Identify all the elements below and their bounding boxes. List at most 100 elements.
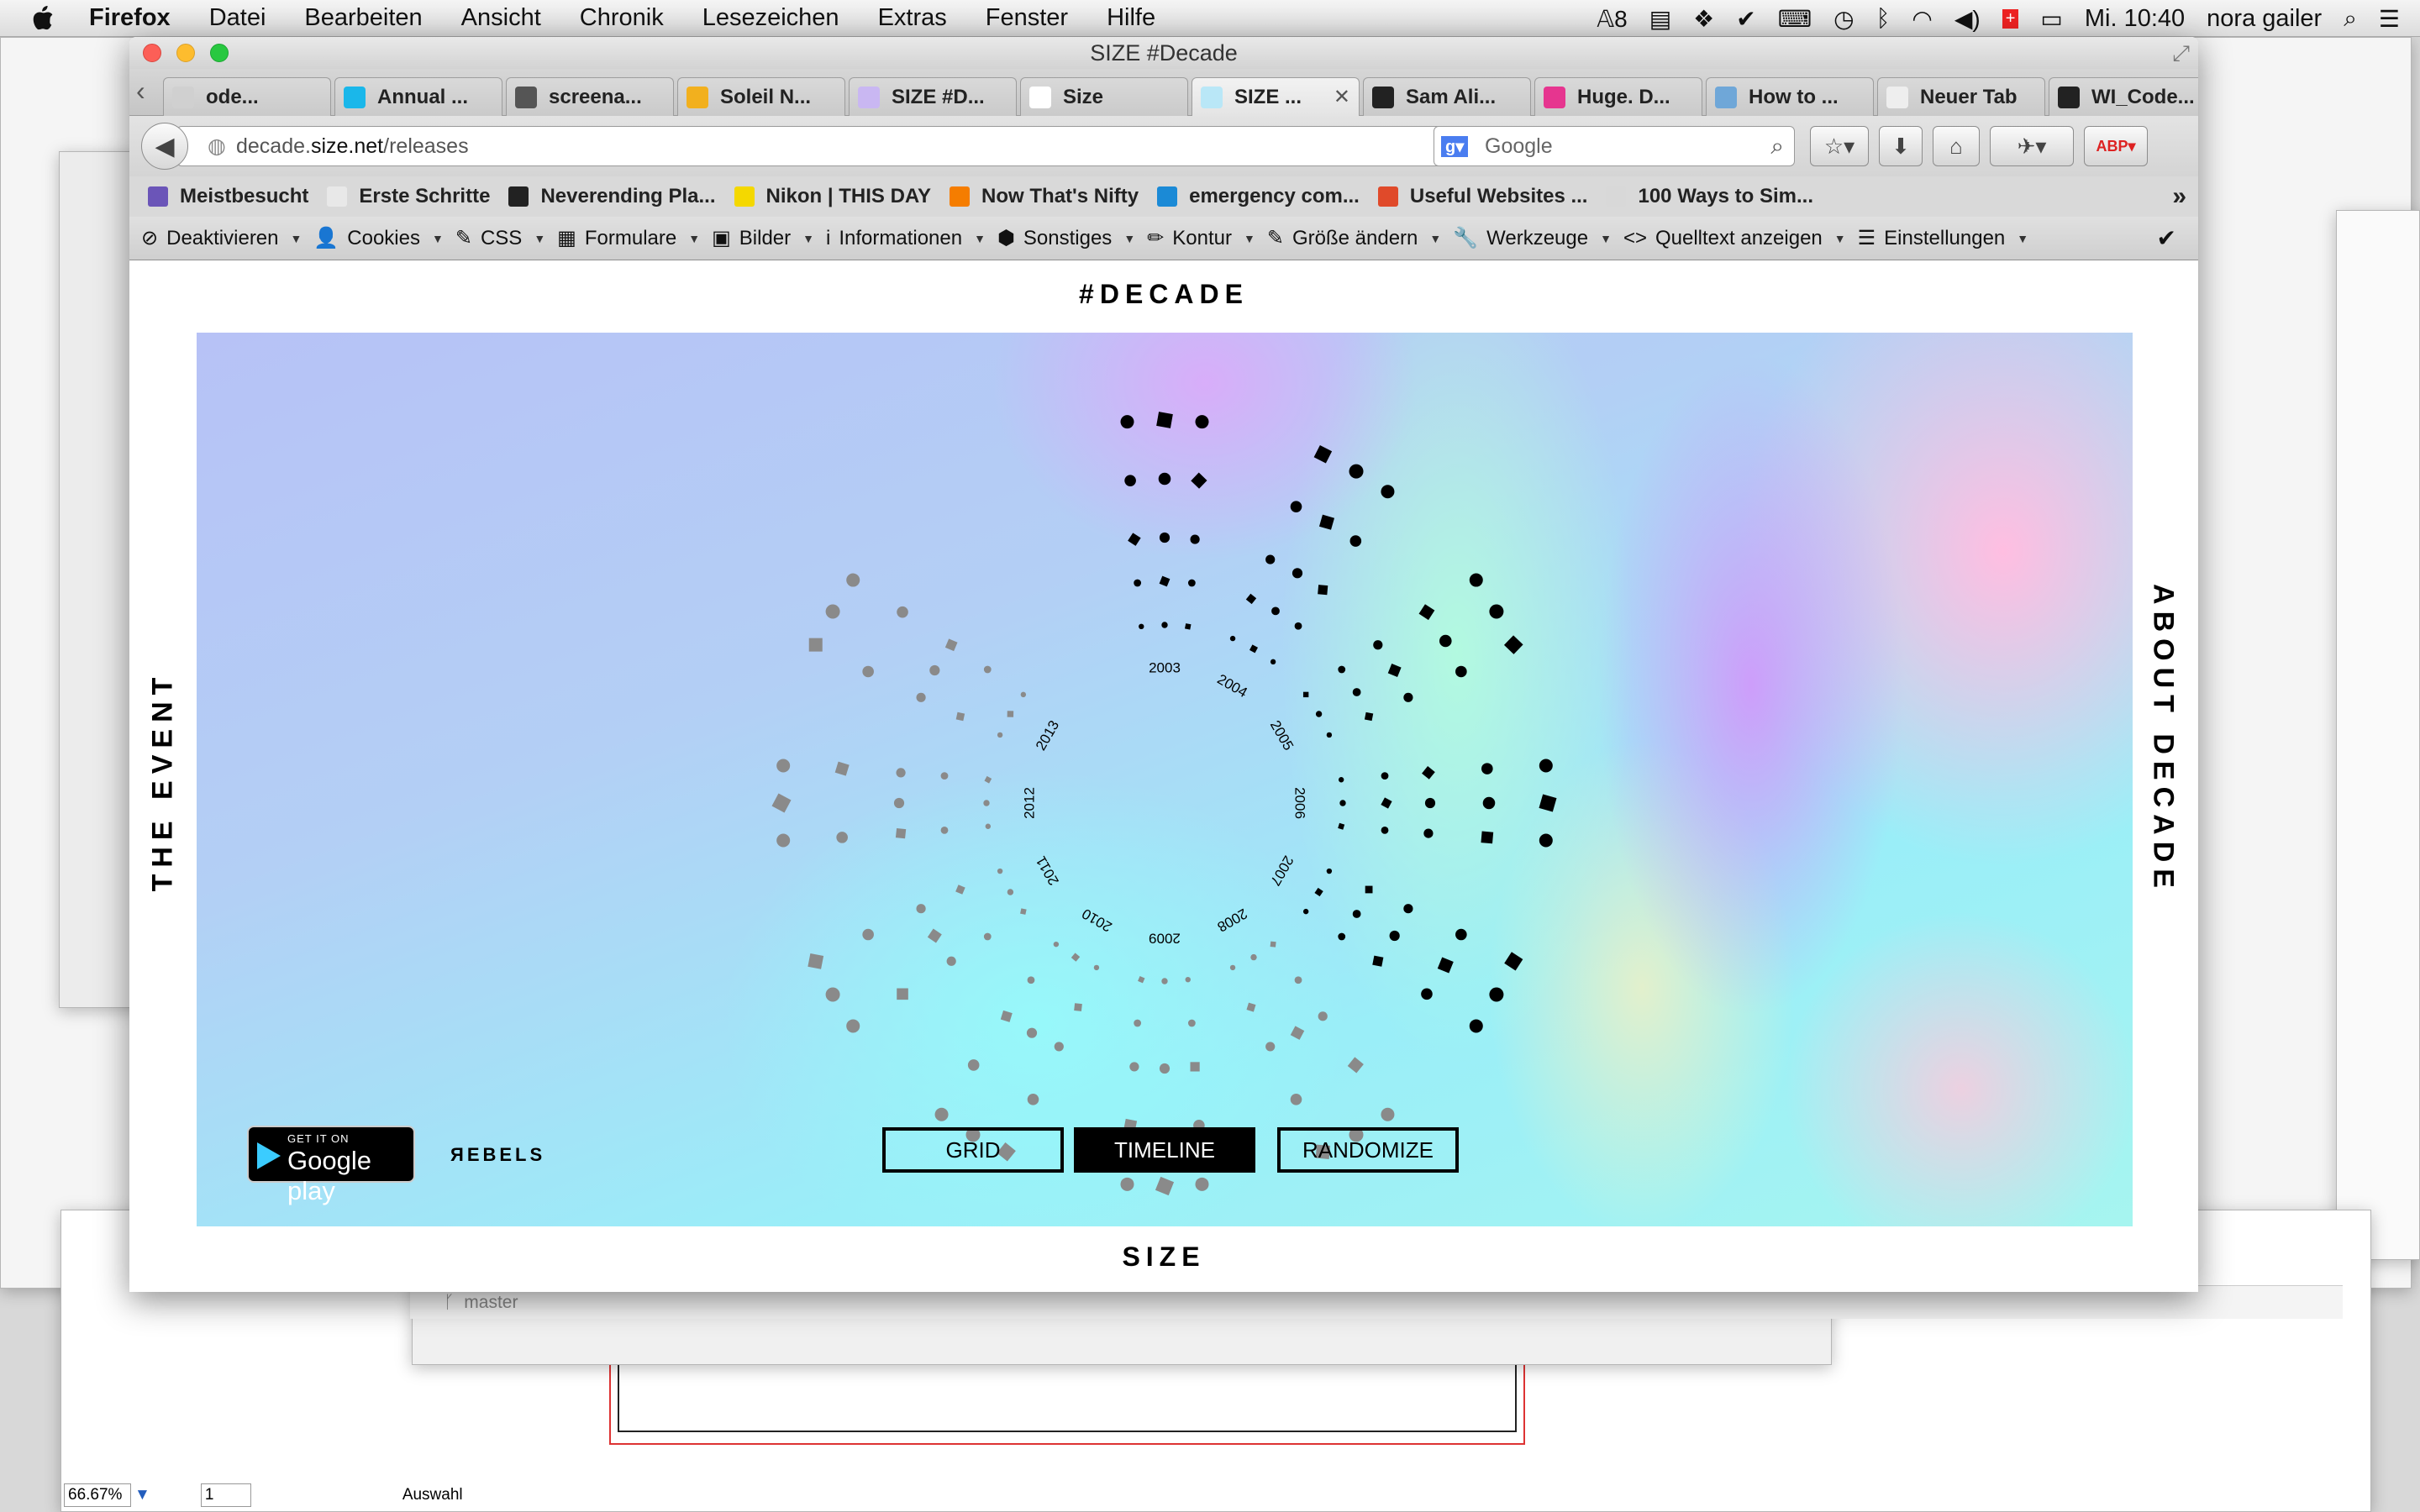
downloads-button[interactable]: ⬇ bbox=[1879, 126, 1923, 166]
release-item[interactable] bbox=[1071, 953, 1081, 962]
release-item[interactable] bbox=[916, 692, 926, 702]
menu-chronik[interactable]: Chronik bbox=[580, 4, 664, 32]
release-item[interactable] bbox=[1129, 1062, 1139, 1072]
menu-hilfe[interactable]: Hilfe bbox=[1107, 4, 1155, 32]
devbar-menu-11[interactable]: ☰ Einstellungen ▼ bbox=[1858, 226, 2028, 250]
tab-4[interactable]: SIZE #D... bbox=[849, 77, 1017, 116]
bookmark-item-4[interactable]: Now That's Nifty bbox=[950, 185, 1139, 208]
year-label-2007[interactable]: 2007 bbox=[1267, 853, 1297, 888]
tab-3[interactable]: Soleil N... bbox=[677, 77, 845, 116]
menu-extras[interactable]: Extras bbox=[878, 4, 947, 32]
year-label-2010[interactable]: 2010 bbox=[1079, 906, 1114, 935]
release-item[interactable] bbox=[1381, 797, 1392, 809]
release-item[interactable] bbox=[1318, 1011, 1328, 1021]
release-item[interactable] bbox=[825, 987, 840, 1002]
release-item[interactable] bbox=[1349, 535, 1362, 547]
release-item[interactable] bbox=[1373, 640, 1383, 650]
release-item[interactable] bbox=[836, 832, 848, 843]
release-item[interactable] bbox=[1339, 800, 1346, 806]
adobe-icon[interactable]: 𝔸8 bbox=[1597, 5, 1627, 33]
release-item[interactable] bbox=[1054, 1042, 1064, 1052]
release-item[interactable] bbox=[1290, 1026, 1305, 1040]
the-event-link[interactable]: THE EVENT bbox=[147, 671, 180, 892]
close-tab-icon[interactable]: ✕ bbox=[1334, 85, 1350, 109]
devbar-menu-7[interactable]: ✏ Kontur ▼ bbox=[1147, 226, 1255, 250]
release-item[interactable] bbox=[825, 604, 840, 619]
menu-ansicht[interactable]: Ansicht bbox=[461, 4, 541, 32]
release-item[interactable] bbox=[1290, 1094, 1302, 1105]
site-identity-icon[interactable]: ◍ bbox=[208, 134, 226, 159]
bookmark-item-3[interactable]: Nikon | THIS DAY bbox=[734, 185, 931, 208]
release-item[interactable] bbox=[808, 638, 823, 652]
release-item[interactable] bbox=[1265, 1042, 1276, 1052]
tab-2[interactable]: screena... bbox=[506, 77, 674, 116]
bluetooth-icon[interactable]: ᛒ bbox=[1876, 5, 1891, 32]
release-item[interactable] bbox=[1539, 759, 1553, 773]
release-item[interactable] bbox=[1120, 1177, 1134, 1191]
release-item[interactable] bbox=[929, 664, 940, 676]
release-item[interactable] bbox=[940, 826, 949, 834]
network-icon[interactable]: ▤ bbox=[1649, 5, 1671, 33]
release-item[interactable] bbox=[862, 665, 874, 678]
release-item[interactable] bbox=[1422, 766, 1435, 780]
year-label-2003[interactable]: 2003 bbox=[1149, 659, 1181, 675]
keyboard-icon[interactable]: ⌨ bbox=[1778, 5, 1812, 33]
release-item[interactable] bbox=[1489, 987, 1504, 1002]
adblock-button[interactable]: ABP▾ bbox=[2084, 126, 2148, 166]
release-item[interactable] bbox=[983, 800, 990, 806]
release-item[interactable] bbox=[1539, 794, 1557, 812]
bookmark-item-5[interactable]: emergency com... bbox=[1157, 185, 1360, 208]
menu-app[interactable]: Firefox bbox=[89, 4, 171, 32]
search-icon[interactable]: ⌕ bbox=[1770, 133, 1784, 160]
release-item[interactable] bbox=[897, 606, 908, 618]
release-item[interactable] bbox=[1195, 415, 1209, 429]
url-field[interactable]: ◍ decade.size.net/releases ★ ↻ bbox=[176, 126, 1529, 166]
release-item[interactable] bbox=[1294, 622, 1302, 630]
home-button[interactable]: ⌂ bbox=[1933, 126, 1980, 166]
release-item[interactable] bbox=[834, 761, 850, 776]
grid-button[interactable]: GRID bbox=[882, 1127, 1064, 1173]
release-item[interactable] bbox=[1156, 412, 1173, 428]
release-item[interactable] bbox=[1159, 532, 1171, 543]
year-label-2004[interactable]: 2004 bbox=[1214, 671, 1249, 701]
release-item[interactable] bbox=[896, 768, 906, 778]
devbar-menu-4[interactable]: ▣ Bilder ▼ bbox=[712, 226, 814, 250]
year-label-2012[interactable]: 2012 bbox=[1021, 787, 1037, 819]
randomize-button[interactable]: RANDOMIZE bbox=[1277, 1127, 1459, 1173]
size-logo[interactable]: SIZE bbox=[129, 1242, 2198, 1273]
release-item[interactable] bbox=[1381, 1107, 1395, 1121]
release-item[interactable] bbox=[1053, 941, 1060, 948]
devbar-menu-2[interactable]: ✎ CSS ▼ bbox=[455, 226, 545, 250]
bookmarks-menu-button[interactable]: ☆▾ bbox=[1810, 126, 1869, 166]
addon-button[interactable]: ✈▾ bbox=[1990, 126, 2074, 166]
release-item[interactable] bbox=[1158, 472, 1171, 486]
release-item[interactable] bbox=[1302, 691, 1309, 698]
tabs-scroll-left-icon[interactable]: ‹ bbox=[136, 76, 145, 107]
bookmark-item-2[interactable]: Neverending Pla... bbox=[508, 185, 716, 208]
release-item[interactable] bbox=[1326, 732, 1333, 738]
release-item[interactable] bbox=[1138, 975, 1145, 984]
release-item[interactable] bbox=[1195, 1177, 1209, 1191]
release-item[interactable] bbox=[1365, 885, 1373, 894]
release-item[interactable] bbox=[846, 1019, 860, 1033]
checkmark-icon[interactable]: ✔ bbox=[1736, 5, 1755, 33]
tab-6[interactable]: SIZE ... ✕ bbox=[1192, 77, 1360, 116]
release-item[interactable] bbox=[944, 638, 958, 652]
release-item[interactable] bbox=[983, 665, 992, 674]
timeline-button[interactable]: TIMELINE bbox=[1074, 1127, 1255, 1173]
devbar-menu-9[interactable]: 🔧 Werkzeuge ▼ bbox=[1453, 226, 1612, 250]
release-item[interactable] bbox=[1364, 711, 1374, 722]
release-item[interactable] bbox=[771, 793, 792, 813]
release-item[interactable] bbox=[1159, 1063, 1171, 1074]
release-item[interactable] bbox=[1161, 622, 1168, 628]
release-item[interactable] bbox=[940, 772, 949, 780]
wifi-icon[interactable]: ◠ bbox=[1912, 5, 1932, 33]
release-item[interactable] bbox=[1421, 988, 1433, 1000]
decade-logo[interactable]: #DECADE bbox=[129, 279, 2198, 310]
release-item[interactable] bbox=[1292, 568, 1303, 579]
release-item[interactable] bbox=[1249, 644, 1259, 654]
release-item[interactable] bbox=[1245, 593, 1257, 605]
release-item[interactable] bbox=[897, 988, 908, 1000]
release-item[interactable] bbox=[1093, 964, 1100, 971]
menu-bearbeiten[interactable]: Bearbeiten bbox=[304, 4, 422, 32]
